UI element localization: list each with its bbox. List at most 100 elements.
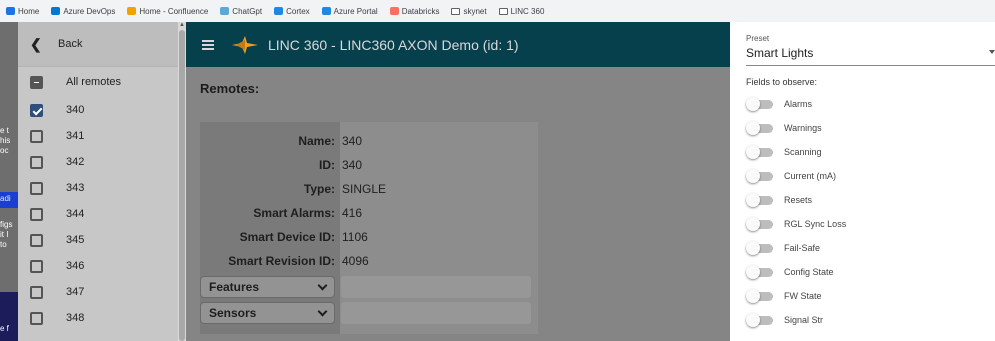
remote-label: 343 — [66, 182, 85, 194]
remote-item-340[interactable]: 340 — [18, 97, 178, 123]
toggle-switch[interactable] — [746, 289, 776, 303]
toggle-switch[interactable] — [746, 169, 776, 183]
features-accordion[interactable]: Features — [200, 276, 335, 298]
remote-label: 345 — [66, 234, 85, 246]
scrollbar-thumb[interactable] — [179, 30, 185, 341]
all-remotes-label: All remotes — [66, 76, 122, 88]
bookmark-home[interactable]: Home — [6, 7, 39, 16]
bookmark-linc-360[interactable]: LINC 360 — [498, 7, 544, 16]
page-text-fragment: to — [0, 240, 7, 249]
cortex-icon — [274, 7, 284, 15]
field-label: Signal Str — [784, 315, 824, 325]
bookmark-azure-devops[interactable]: Azure DevOps — [51, 7, 115, 16]
remote-label: 342 — [66, 156, 85, 168]
field-toggle-fw-state[interactable]: FW State — [746, 286, 822, 306]
databricks-icon — [389, 7, 399, 15]
chatgpt-icon — [220, 7, 230, 15]
bookmark-azure-portal[interactable]: Azure Portal — [321, 7, 378, 16]
field-label: Current (mA) — [784, 171, 837, 181]
menu-icon[interactable] — [202, 39, 216, 50]
detail-label: Smart Alarms: — [253, 206, 335, 220]
remote-label: 346 — [66, 260, 85, 272]
detail-label: Name: — [298, 134, 335, 148]
detail-value: 4096 — [342, 254, 369, 268]
azure-devops-icon — [51, 7, 61, 15]
bookmark-databricks[interactable]: Databricks — [389, 7, 439, 16]
back-button[interactable]: ❮ Back — [18, 22, 178, 67]
remote-label: 340 — [66, 104, 85, 116]
bookmark-chatgpt[interactable]: ChatGpt — [220, 7, 262, 16]
field-label: Config State — [784, 267, 834, 277]
folder-icon — [451, 7, 461, 15]
bookmark-cortex[interactable]: Cortex — [274, 7, 310, 16]
detail-value: 1106 — [342, 230, 368, 244]
page-text-fragment: figs — [0, 220, 13, 229]
field-toggle-alarms[interactable]: Alarms — [746, 94, 812, 114]
bookmark-skynet[interactable]: skynet — [451, 7, 487, 16]
detail-value: 340 — [342, 134, 363, 148]
remote-item-346[interactable]: 346 — [18, 253, 178, 279]
sensors-accordion[interactable]: Sensors — [200, 302, 335, 324]
field-label: FW State — [784, 291, 822, 301]
folder-icon — [498, 7, 508, 15]
field-toggle-scanning[interactable]: Scanning — [746, 142, 822, 162]
page-text-fragment: adi — [0, 194, 11, 203]
toggle-switch[interactable] — [746, 241, 776, 255]
toggle-switch[interactable] — [746, 217, 776, 231]
remote-item-347[interactable]: 347 — [18, 279, 178, 305]
field-toggle-warnings[interactable]: Warnings — [746, 118, 822, 138]
scroll-up-arrow-icon[interactable]: ▲ — [179, 22, 185, 28]
bookmarks-bar: Home Azure DevOps Home - Confluence Chat… — [0, 0, 995, 22]
preset-select[interactable]: Smart Lights — [746, 46, 813, 60]
toggle-switch[interactable] — [746, 265, 776, 279]
sidebar-scrollbar[interactable]: ▲ — [178, 22, 186, 341]
remote-item-344[interactable]: 344 — [18, 201, 178, 227]
sensors-panel — [341, 302, 531, 324]
detail-label: ID: — [319, 158, 335, 172]
accordion-label: Sensors — [209, 306, 257, 320]
field-toggle-current[interactable]: Current (mA) — [746, 166, 836, 186]
main-content: LINC 360 - LINC360 AXON Demo (id: 1) Rem… — [186, 22, 730, 341]
chevron-down-icon — [317, 280, 328, 290]
remote-checkbox[interactable] — [30, 129, 43, 143]
detail-value: 416 — [342, 206, 363, 220]
preset-underline — [746, 65, 995, 66]
remote-checkbox[interactable] — [30, 285, 43, 299]
home-icon — [6, 7, 15, 15]
remote-item-341[interactable]: 341 — [18, 123, 178, 149]
azure-portal-icon — [321, 7, 331, 15]
remote-checkbox[interactable] — [30, 181, 43, 195]
remote-item-345[interactable]: 345 — [18, 227, 178, 253]
toggle-switch[interactable] — [746, 121, 776, 135]
indeterminate-checkbox[interactable] — [30, 75, 43, 89]
remote-checkbox[interactable] — [30, 259, 43, 273]
toggle-switch[interactable] — [746, 193, 776, 207]
remote-label: 344 — [66, 208, 85, 220]
remote-checkbox[interactable] — [30, 233, 43, 247]
bookmark-confluence[interactable]: Home - Confluence — [127, 7, 208, 16]
field-toggle-rgl-sync-loss[interactable]: RGL Sync Loss — [746, 214, 846, 234]
preset-label: Preset — [746, 34, 770, 43]
dropdown-arrow-icon[interactable] — [989, 50, 995, 54]
field-label: Resets — [784, 195, 813, 205]
field-toggle-signal-str[interactable]: Signal Str — [746, 310, 823, 330]
remote-checkbox[interactable] — [30, 311, 43, 325]
remote-checkbox[interactable] — [30, 207, 43, 221]
field-toggle-fail-safe[interactable]: Fail-Safe — [746, 238, 820, 258]
remote-item-348[interactable]: 348 — [18, 305, 178, 331]
remote-details-card: Name: 340 ID: 340 Type: SINGLE Smart Ala… — [200, 122, 538, 334]
remote-checkbox[interactable] — [30, 155, 43, 169]
page-text-fragment: oc — [0, 146, 9, 155]
page-text-fragment: it I — [0, 230, 9, 239]
remote-item-342[interactable]: 342 — [18, 149, 178, 175]
remote-label: 348 — [66, 312, 85, 324]
remote-item-343[interactable]: 343 — [18, 175, 178, 201]
field-toggle-config-state[interactable]: Config State — [746, 262, 834, 282]
detail-label: Smart Revision ID: — [228, 254, 335, 268]
toggle-switch[interactable] — [746, 97, 776, 111]
toggle-switch[interactable] — [746, 145, 776, 159]
toggle-switch[interactable] — [746, 313, 776, 327]
remote-checkbox[interactable] — [30, 103, 43, 117]
all-remotes-item[interactable]: All remotes — [18, 67, 178, 97]
field-toggle-resets[interactable]: Resets — [746, 190, 812, 210]
